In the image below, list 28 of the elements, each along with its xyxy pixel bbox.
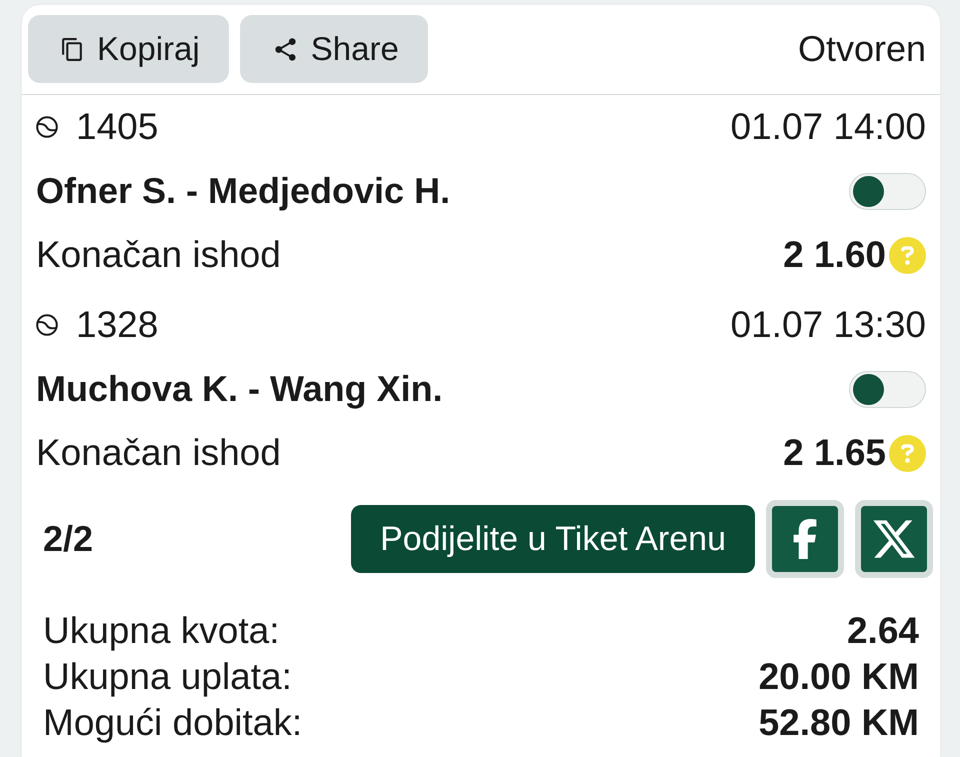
share-arena-button[interactable]: Podijelite u Tiket Arenu	[351, 505, 755, 573]
tennis-ball-icon	[36, 116, 58, 138]
summary-label: Ukupna kvota:	[43, 610, 280, 652]
x-button[interactable]	[855, 500, 933, 578]
market-name: Konačan ishod	[36, 432, 281, 474]
match-code: 1328	[76, 304, 158, 346]
tennis-ball-icon	[36, 314, 58, 336]
copy-icon	[60, 36, 85, 62]
summary-value: 20.00 KM	[758, 656, 919, 698]
selection-odds: 2 1.60	[783, 234, 886, 276]
summary-value: 2.64	[846, 610, 919, 652]
facebook-button[interactable]	[766, 500, 844, 578]
match-teams: Muchova K. - Wang Xin.	[36, 368, 443, 410]
market-name: Konačan ishod	[36, 234, 281, 276]
page-count: 2/2	[43, 518, 94, 560]
toggle-switch[interactable]	[849, 172, 926, 210]
match-datetime: 01.07 13:30	[730, 304, 926, 346]
share-button[interactable]: Share	[240, 15, 428, 83]
copy-button[interactable]: Kopiraj	[28, 15, 229, 83]
match-datetime: 01.07 14:00	[730, 106, 926, 148]
match-code: 1405	[76, 106, 158, 148]
ticket-status: Otvoren	[798, 28, 926, 70]
summary-value: 52.80 KM	[758, 702, 919, 744]
toggle-switch[interactable]	[849, 370, 926, 408]
summary-label: Mogući dobitak:	[43, 702, 302, 744]
match-teams: Ofner S. - Medjedovic H.	[36, 170, 450, 212]
summary-label: Ukupna uplata:	[43, 656, 292, 698]
selection-odds: 2 1.65	[783, 432, 886, 474]
